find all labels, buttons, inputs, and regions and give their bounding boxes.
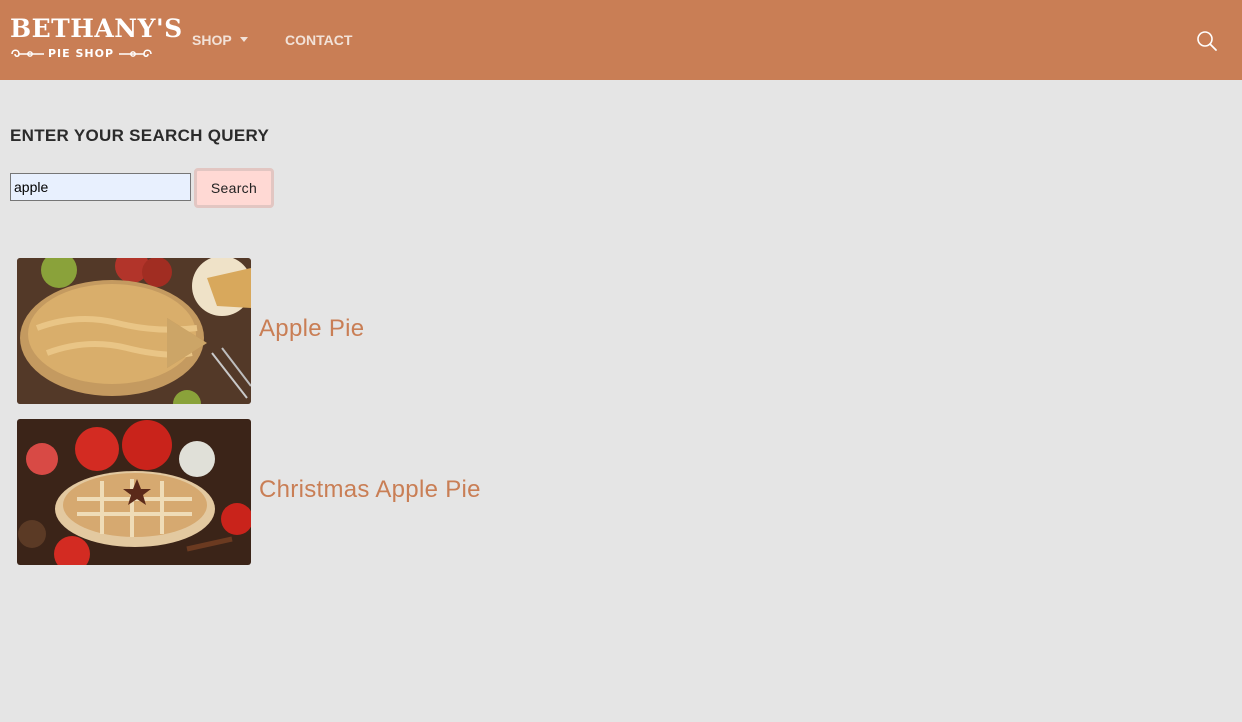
nav-shop-dropdown[interactable]: SHOP — [192, 31, 248, 49]
right-swirl-icon — [119, 49, 152, 58]
result-title-link[interactable]: Apple Pie — [259, 314, 364, 344]
brand-tagline: PIE SHOP — [48, 47, 115, 60]
brand-logo[interactable]: BETHANY'S PIE SHOP — [10, 14, 182, 64]
result-title-link[interactable]: Christmas Apple Pie — [259, 475, 481, 505]
search-input[interactable] — [10, 173, 191, 201]
apple-pie-image[interactable] — [17, 258, 251, 404]
caret-down-icon — [239, 37, 248, 42]
christmas-apple-pie-image[interactable] — [17, 419, 251, 565]
left-swirl-icon — [11, 49, 44, 58]
nav-contact-link[interactable]: CONTACT — [285, 31, 352, 49]
search-heading: ENTER YOUR SEARCH QUERY — [10, 126, 270, 145]
search-result-item: Christmas Apple Pie — [17, 419, 517, 566]
nav-search-button[interactable] — [1196, 30, 1218, 52]
nav-shop-label: SHOP — [192, 32, 232, 48]
search-button[interactable]: Search — [194, 168, 274, 208]
search-result-item: Apple Pie — [17, 258, 517, 405]
search-icon — [1197, 31, 1217, 51]
navbar: BETHANY'S PIE SHOP SHOP CONTACT — [0, 0, 1242, 80]
brand-name: BETHANY'S — [10, 14, 183, 43]
